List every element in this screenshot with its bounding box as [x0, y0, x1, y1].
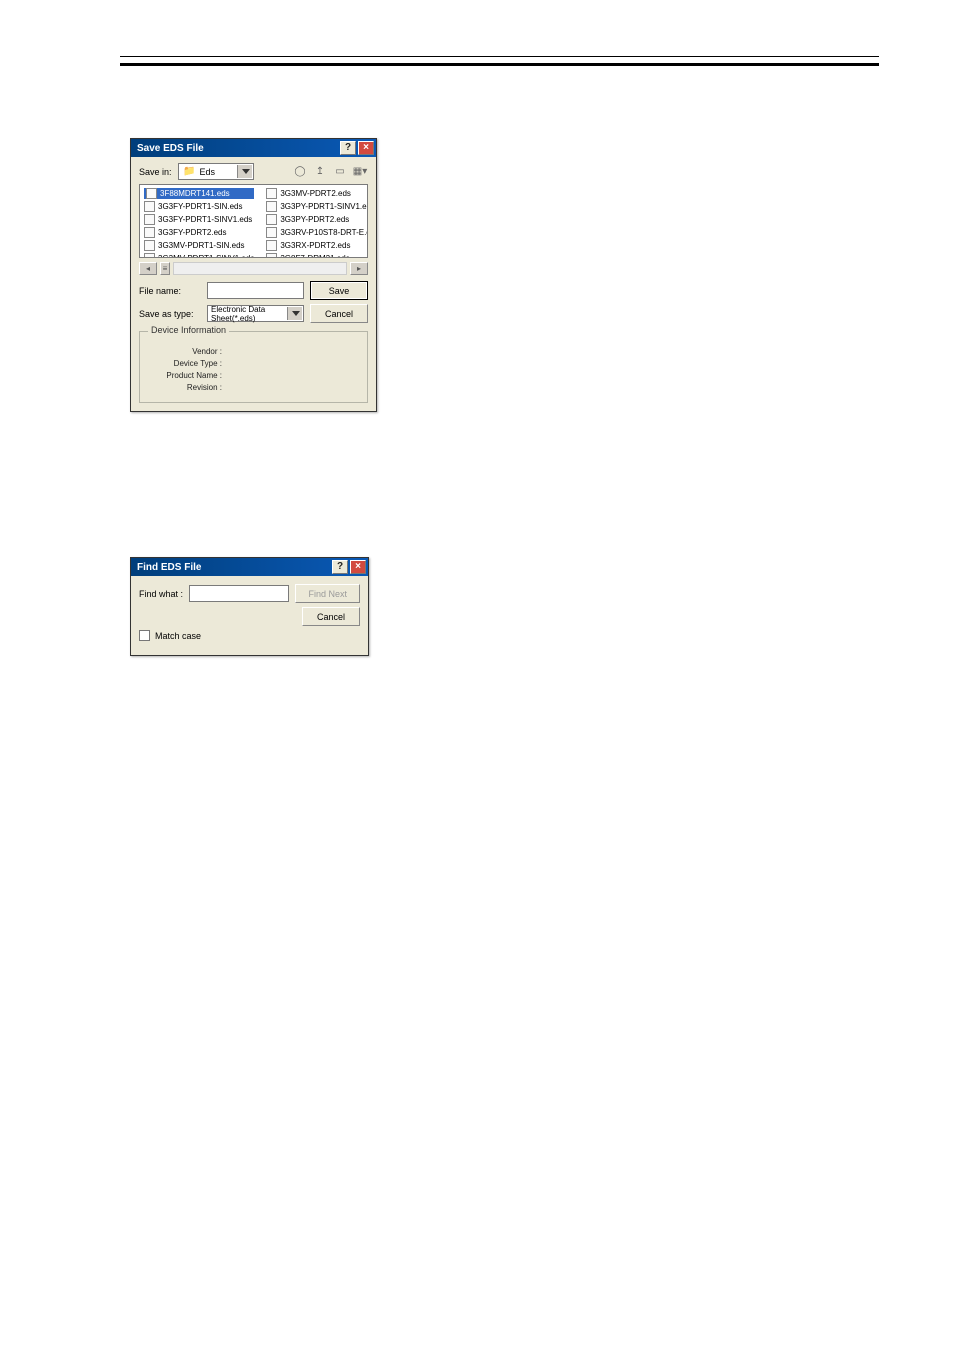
save-in-value: Eds: [200, 167, 216, 177]
save-eds-dialog: Save EDS File ? × Save in: 📁 Eds ◯ ↥ ▭: [130, 138, 377, 412]
file-icon: [266, 214, 277, 225]
find-eds-dialog: Find EDS File ? × Find what : Find Next …: [130, 557, 369, 656]
file-icon: [266, 188, 277, 199]
new-folder-icon[interactable]: ▭: [332, 164, 348, 179]
file-item[interactable]: 3G3PY-PDRT1-SINV1.eds: [266, 201, 368, 212]
file-list[interactable]: 3F88MDRT141.eds 3G3FY-PDRT1-SIN.eds 3G3F…: [139, 184, 368, 258]
match-case-label: Match case: [155, 631, 201, 641]
file-item[interactable]: 3G3FY-PDRT1-SINV1.eds: [144, 214, 254, 225]
vendor-label: Vendor :: [150, 346, 222, 358]
product-name-label: Product Name :: [150, 370, 222, 382]
file-icon: [266, 253, 277, 258]
match-case-checkbox[interactable]: Match case: [139, 630, 201, 641]
save-as-type-combo[interactable]: Electronic Data Sheet(*.eds): [207, 305, 304, 322]
close-button[interactable]: ×: [358, 141, 374, 155]
file-item[interactable]: 3G8F7-DRM21.eds: [266, 253, 368, 258]
file-icon: [144, 227, 155, 238]
find-dialog-title: Find EDS File: [137, 562, 201, 573]
scroll-left-button[interactable]: ◂: [139, 262, 157, 275]
file-name-input[interactable]: [207, 282, 304, 299]
save-as-type-label: Save as type:: [139, 309, 201, 319]
views-icon[interactable]: ▦▾: [352, 164, 368, 179]
save-in-combo[interactable]: 📁 Eds: [178, 163, 254, 180]
device-type-label: Device Type :: [150, 358, 222, 370]
file-icon: [146, 188, 157, 199]
find-dialog-titlebar: Find EDS File ? ×: [131, 558, 368, 576]
file-item[interactable]: 3G3FY-PDRT1-SIN.eds: [144, 201, 254, 212]
cancel-button[interactable]: Cancel: [302, 607, 360, 626]
scroll-track[interactable]: [173, 262, 347, 275]
device-information-group: Device Information Vendor : Device Type …: [139, 331, 368, 403]
file-icon: [266, 227, 277, 238]
back-icon[interactable]: ◯: [292, 164, 308, 179]
file-icon: [144, 214, 155, 225]
file-item[interactable]: 3G3FY-PDRT2.eds: [144, 227, 254, 238]
file-icon: [144, 253, 155, 258]
file-icon: [266, 201, 277, 212]
file-icon: [266, 240, 277, 251]
find-what-label: Find what :: [139, 589, 183, 599]
file-item[interactable]: 3G3RV-P10ST8-DRT-E.eds: [266, 227, 368, 238]
save-dialog-titlebar: Save EDS File ? ×: [131, 139, 376, 157]
file-item[interactable]: 3G3PY-PDRT2.eds: [266, 214, 368, 225]
device-info-title: Device Information: [148, 325, 229, 335]
save-in-label: Save in:: [139, 167, 172, 177]
file-item[interactable]: 3F88MDRT141.eds: [144, 188, 254, 199]
folder-icon: 📁: [182, 164, 198, 179]
find-what-input[interactable]: [189, 585, 289, 602]
file-item[interactable]: 3G3RX-PDRT2.eds: [266, 240, 368, 251]
scroll-thumb[interactable]: ≡: [160, 262, 170, 275]
file-icon: [144, 240, 155, 251]
checkbox-box: [139, 630, 150, 641]
help-button[interactable]: ?: [340, 141, 356, 155]
up-icon[interactable]: ↥: [312, 164, 328, 179]
help-button[interactable]: ?: [332, 560, 348, 574]
cancel-button[interactable]: Cancel: [310, 304, 368, 323]
dialog-toolbar: ◯ ↥ ▭ ▦▾: [292, 164, 368, 179]
horizontal-scrollbar[interactable]: ◂ ≡ ▸: [139, 262, 368, 275]
file-item[interactable]: 3G3MV-PDRT1-SIN.eds: [144, 240, 254, 251]
save-button[interactable]: Save: [310, 281, 368, 300]
file-item[interactable]: 3G3MV-PDRT1-SINV1.eds: [144, 253, 254, 258]
close-button[interactable]: ×: [350, 560, 366, 574]
revision-label: Revision :: [150, 382, 222, 394]
save-as-type-value: Electronic Data Sheet(*.eds): [211, 305, 287, 323]
file-icon: [144, 201, 155, 212]
find-next-button[interactable]: Find Next: [295, 584, 360, 603]
scroll-right-button[interactable]: ▸: [350, 262, 368, 275]
file-item[interactable]: 3G3MV-PDRT2.eds: [266, 188, 368, 199]
file-name-label: File name:: [139, 286, 201, 296]
save-dialog-title: Save EDS File: [137, 143, 204, 154]
